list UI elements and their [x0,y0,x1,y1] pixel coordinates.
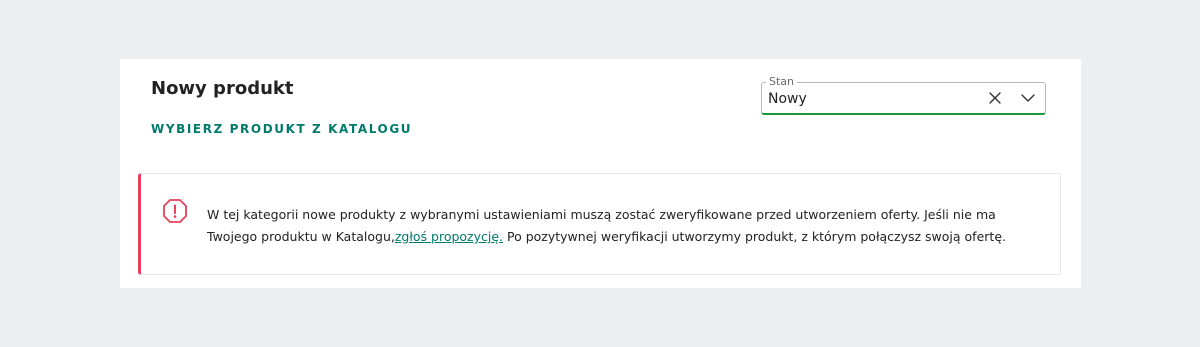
page-title: Nowy produkt [151,78,294,99]
close-icon[interactable] [987,90,1003,106]
verification-alert: W tej kategorii nowe produkty z wybranym… [138,173,1061,275]
chevron-down-icon[interactable] [1019,90,1037,106]
warning-octagon-icon [161,197,189,225]
new-product-card: Nowy produkt WYBIERZ PRODUKT Z KATALOGU … [120,59,1081,288]
choose-from-catalog-link[interactable]: WYBIERZ PRODUKT Z KATALOGU [151,122,412,136]
condition-select-label: Stan [766,75,798,88]
condition-select-value: Nowy [768,91,807,107]
alert-message: W tej kategorii nowe produkty z wybranym… [207,204,1047,248]
alert-text-part2: Po pozytywnej weryfikacji utworzymy prod… [503,229,1006,244]
suggest-product-link[interactable]: zgłoś propozycję. [395,229,503,244]
condition-select[interactable]: Stan Nowy [761,75,1046,115]
